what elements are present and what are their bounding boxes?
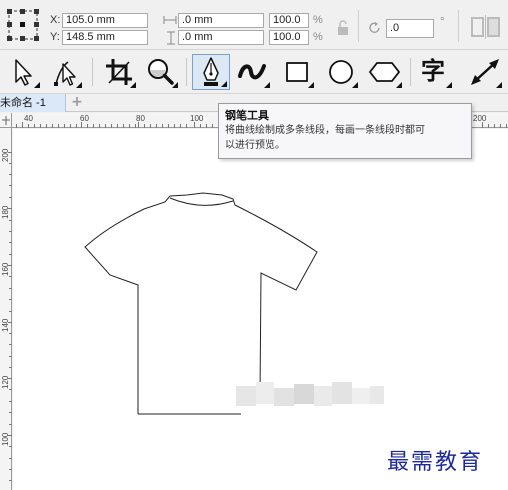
ruler-label: 60 (80, 114, 89, 123)
lock-ratio-icon[interactable] (336, 20, 350, 36)
text-icon: 字 (421, 57, 445, 85)
rotate-icon (369, 22, 380, 33)
ruler-label: 100 (190, 114, 204, 123)
blurred-region (236, 382, 384, 406)
ruler-label: 80 (136, 114, 145, 123)
ruler-label: 100 (1, 432, 10, 446)
pen-tool-tooltip: 钢笔工具 将曲线绘制成多条线段，每画一条线段时都可 以进行预览。 (218, 103, 472, 159)
tooltip-description-line2: 以进行预览。 (225, 140, 285, 151)
ruler-label: 40 (24, 114, 33, 123)
pick-tool-button[interactable] (4, 54, 42, 90)
y-label: Y: (50, 31, 60, 43)
scale-x-percent: % (313, 14, 323, 26)
tooltip-title: 钢笔工具 (225, 109, 269, 122)
object-origin-icon[interactable] (6, 8, 40, 42)
separator (458, 10, 459, 42)
ruler-label: 160 (1, 262, 10, 276)
tshirt-outline-drawing[interactable] (13, 129, 508, 490)
width-field[interactable]: .0 mm (178, 13, 264, 28)
document-tab[interactable]: 未命名 -1 (0, 94, 66, 112)
toolbox-separator (186, 58, 187, 86)
vertical-ruler[interactable]: 200 180 160 140 120 100 (0, 128, 12, 490)
coreldraw-window: X: 105.0 mm Y: 148.5 mm .0 mm .0 mm 100.… (0, 0, 508, 490)
toolbox: 字 (0, 50, 508, 94)
scale-y-field[interactable]: 100.0 (269, 30, 309, 45)
drawing-canvas[interactable] (13, 129, 508, 490)
scale-y-percent: % (313, 31, 323, 43)
text-tool-button[interactable]: 字 (416, 54, 454, 90)
y-position-field[interactable]: 148.5 mm (62, 30, 148, 45)
polygon-tool-button[interactable] (366, 54, 404, 90)
tooltip-description-line1: 将曲线绘制成多条线段，每画一条线段时都可 (225, 125, 425, 136)
watermark-logo-text: 最需教育 (387, 450, 484, 475)
x-label: X: (50, 14, 61, 26)
height-field[interactable]: .0 mm (178, 30, 264, 45)
ruler-label: 140 (1, 318, 10, 332)
dimension-tool-button[interactable] (466, 54, 504, 90)
scale-x-field[interactable]: 100.0 (269, 13, 309, 28)
ruler-label: 200 (473, 114, 487, 123)
height-icon (167, 31, 175, 45)
ruler-label: 120 (1, 375, 10, 389)
zoom-tool-button[interactable] (142, 54, 180, 90)
toolbox-separator (92, 58, 93, 86)
separator (358, 10, 359, 42)
pen-tool-button[interactable] (192, 54, 230, 90)
ruler-corner[interactable] (0, 113, 12, 128)
rotation-angle-field[interactable]: .0 (386, 19, 434, 38)
x-position-field[interactable]: 105.0 mm (62, 13, 148, 28)
width-icon (163, 16, 177, 24)
crop-tool-button[interactable] (100, 54, 138, 90)
ruler-label: 200 (1, 148, 10, 162)
property-bar: X: 105.0 mm Y: 148.5 mm .0 mm .0 mm 100.… (0, 0, 508, 50)
toolbox-separator (410, 58, 411, 86)
degree-symbol: ° (440, 16, 445, 28)
mirror-icon[interactable] (470, 14, 504, 40)
rectangle-tool-button[interactable] (278, 54, 316, 90)
add-document-tab-icon[interactable]: + (70, 95, 84, 110)
shape-tool-button[interactable] (46, 54, 84, 90)
artistic-media-tool-button[interactable] (234, 54, 272, 90)
ruler-label: 180 (1, 205, 10, 219)
ellipse-tool-button[interactable] (322, 54, 360, 90)
